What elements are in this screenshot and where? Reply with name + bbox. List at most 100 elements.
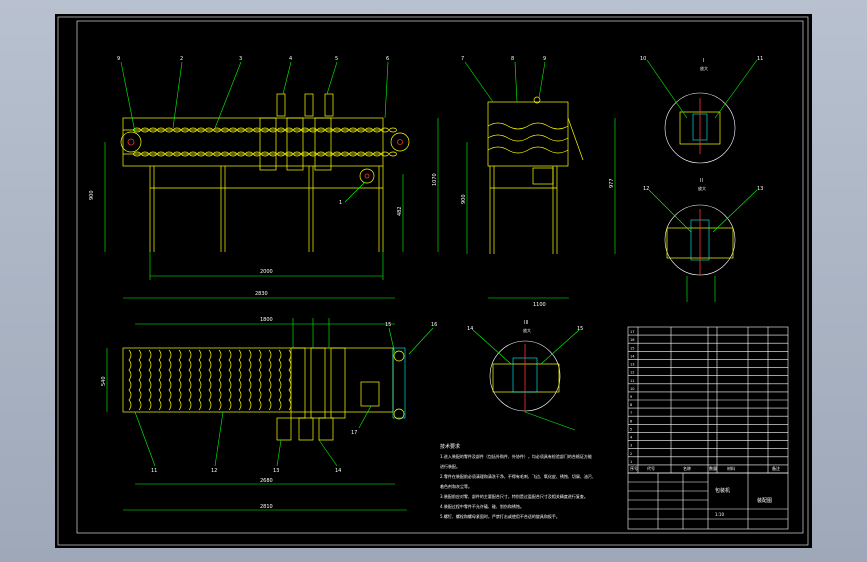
title-block-scale: 1:10 [715, 512, 724, 517]
bom-header-no: 序号 [630, 465, 638, 471]
bom-row-number: 9 [630, 395, 632, 399]
balloon-label: 2 [180, 56, 183, 62]
tech-line-3: 2.零件在装配前必须清理和清洗干净，不得有毛刺、飞边、氧化皮、锈蚀、切屑、油污、 [440, 473, 596, 479]
product-wave [248, 349, 252, 411]
product-wave [268, 349, 272, 411]
outer-border [57, 16, 809, 546]
tech-line-5: 3.装配前应对零、部件的主要配合尺寸，特别是过盈配合尺寸及相关精度进行复查。 [440, 493, 588, 499]
top-dim-width: 540 [101, 376, 107, 386]
front-view: 9 2 3 4 5 6 1 900 2000 2830 482 1070 [89, 56, 439, 299]
product-wave [188, 349, 192, 411]
detail-c-title: III [524, 320, 528, 326]
product-wave [138, 349, 142, 411]
tech-requirements: 技术要求 1.进入装配的零件及部件（包括外购件、外协件），均必须具有检验部门的合… [440, 443, 596, 519]
chain-link [389, 127, 397, 133]
tech-title: 技术要求 [440, 443, 460, 450]
bom-row-number: 8 [630, 403, 632, 407]
top-dim-length: 1800 [260, 317, 273, 323]
bom-header-remark: 备注 [772, 465, 780, 471]
detail-c-balloon-14: 14 [467, 326, 473, 332]
balloon-label: 3 [239, 56, 242, 62]
top-view: 11 12 13 14 15 16 17 1800 2680 2810 540 [101, 317, 437, 511]
conveyor-frame [122, 117, 384, 167]
product-wave [198, 349, 202, 411]
dim-height-left: 900 [89, 190, 95, 200]
bom-row-number: 5 [630, 427, 632, 431]
balloon-label: 14 [335, 468, 341, 474]
balloon-label: 4 [289, 56, 292, 62]
product-wave [128, 349, 132, 411]
top-frame [122, 347, 394, 413]
side-frame [487, 101, 569, 167]
side-view: 7 8 9 900 1100 977 [461, 56, 616, 308]
detail-b-subtitle: 放大 [698, 185, 706, 191]
bom-row-number: 10 [630, 387, 634, 391]
balloon-label: 7 [461, 56, 464, 62]
bom-row-number: 3 [630, 444, 632, 448]
motor-pulley [359, 168, 375, 184]
title-block-title: 包装机 [715, 487, 730, 494]
balloon-label: 15 [385, 322, 391, 328]
balloon-label: 17 [351, 430, 357, 436]
drawing-canvas: 9 2 3 4 5 61 900 2000 2830 482 1070 7 8 … [57, 16, 809, 546]
balloon-label: 9 [543, 56, 546, 62]
bom-row-number: 7 [630, 411, 632, 415]
bom-row-number: 16 [630, 338, 634, 342]
drawing-sheet: 9234561 900 2000 2830 482 1070 7 8 9 900… [55, 14, 812, 548]
product-wave [158, 349, 162, 411]
bom-header-material: 材料 [727, 465, 735, 471]
detail-b-title: II [700, 178, 703, 184]
tech-line-4: 着色剂和灰尘等。 [440, 483, 472, 489]
product-wave [178, 349, 182, 411]
bom-header-qty: 数量 [709, 465, 717, 471]
detail-a-subtitle: 放大 [700, 65, 708, 71]
cad-viewport[interactable]: 9234561 900 2000 2830 482 1070 7 8 9 900… [0, 0, 867, 562]
product-wave [238, 349, 242, 411]
bom-row-number: 13 [630, 363, 634, 367]
detail-c-subtitle: 放大 [523, 327, 531, 333]
side-dim-width: 1100 [533, 302, 546, 308]
product-wave [258, 349, 262, 411]
bom-row-number: 4 [630, 436, 633, 440]
bom-row-number: 1 [630, 460, 632, 464]
balloon-label: 16 [431, 322, 437, 328]
top-dim-total: 2680 [260, 478, 273, 484]
dim-overall: 2830 [255, 291, 268, 297]
product-wave [168, 349, 172, 411]
balloon-label: 5 [335, 56, 338, 62]
balloon-label: 6 [386, 56, 389, 62]
title-block: 包装机 装配图 1:10 [627, 472, 789, 530]
bom-row-number: 17 [630, 330, 634, 334]
detail-c: III 放大 14 15 [467, 320, 583, 431]
product-wave [208, 349, 212, 411]
detail-a-balloon-10: 10 [640, 56, 646, 62]
detail-a: I 放大 10 11 [640, 56, 763, 164]
balloon-label: 1 [339, 200, 342, 206]
chain-link [389, 151, 397, 157]
detail-c-balloon-15: 15 [577, 326, 583, 332]
bom-row-number: 2 [630, 452, 632, 456]
tech-line-1: 1.进入装配的零件及部件（包括外购件、外协件），均必须具有检验部门的合格证方能 [440, 453, 592, 459]
detail-a-title: I [703, 58, 704, 64]
bom-row-number: 11 [630, 379, 634, 383]
tech-line-6: 4.装配过程中零件不允许磕、碰、划伤和锈蚀。 [440, 503, 524, 509]
bom-row-number: 15 [630, 346, 634, 350]
balloon-label: 9 [117, 56, 120, 62]
dim-inner: 2000 [260, 269, 273, 275]
dim-height-top: 1070 [432, 173, 438, 186]
balloon-label: 8 [511, 56, 514, 62]
side-dim-height-left: 900 [461, 194, 467, 204]
dim-height-mid: 482 [397, 206, 403, 216]
product-wave [228, 349, 232, 411]
left-sprocket [120, 131, 142, 153]
product-wave [218, 349, 222, 411]
product-wave [148, 349, 152, 411]
top-dim-overall: 2810 [260, 504, 273, 510]
right-sprocket [390, 132, 410, 152]
balloon-label: 13 [273, 468, 279, 474]
detail-b-balloon-13: 13 [757, 186, 763, 192]
bom-header-code: 代号 [647, 465, 655, 471]
side-dim-height: 977 [609, 178, 615, 188]
bom-row-number: 14 [630, 354, 635, 358]
detail-a-balloon-11: 11 [757, 56, 763, 62]
